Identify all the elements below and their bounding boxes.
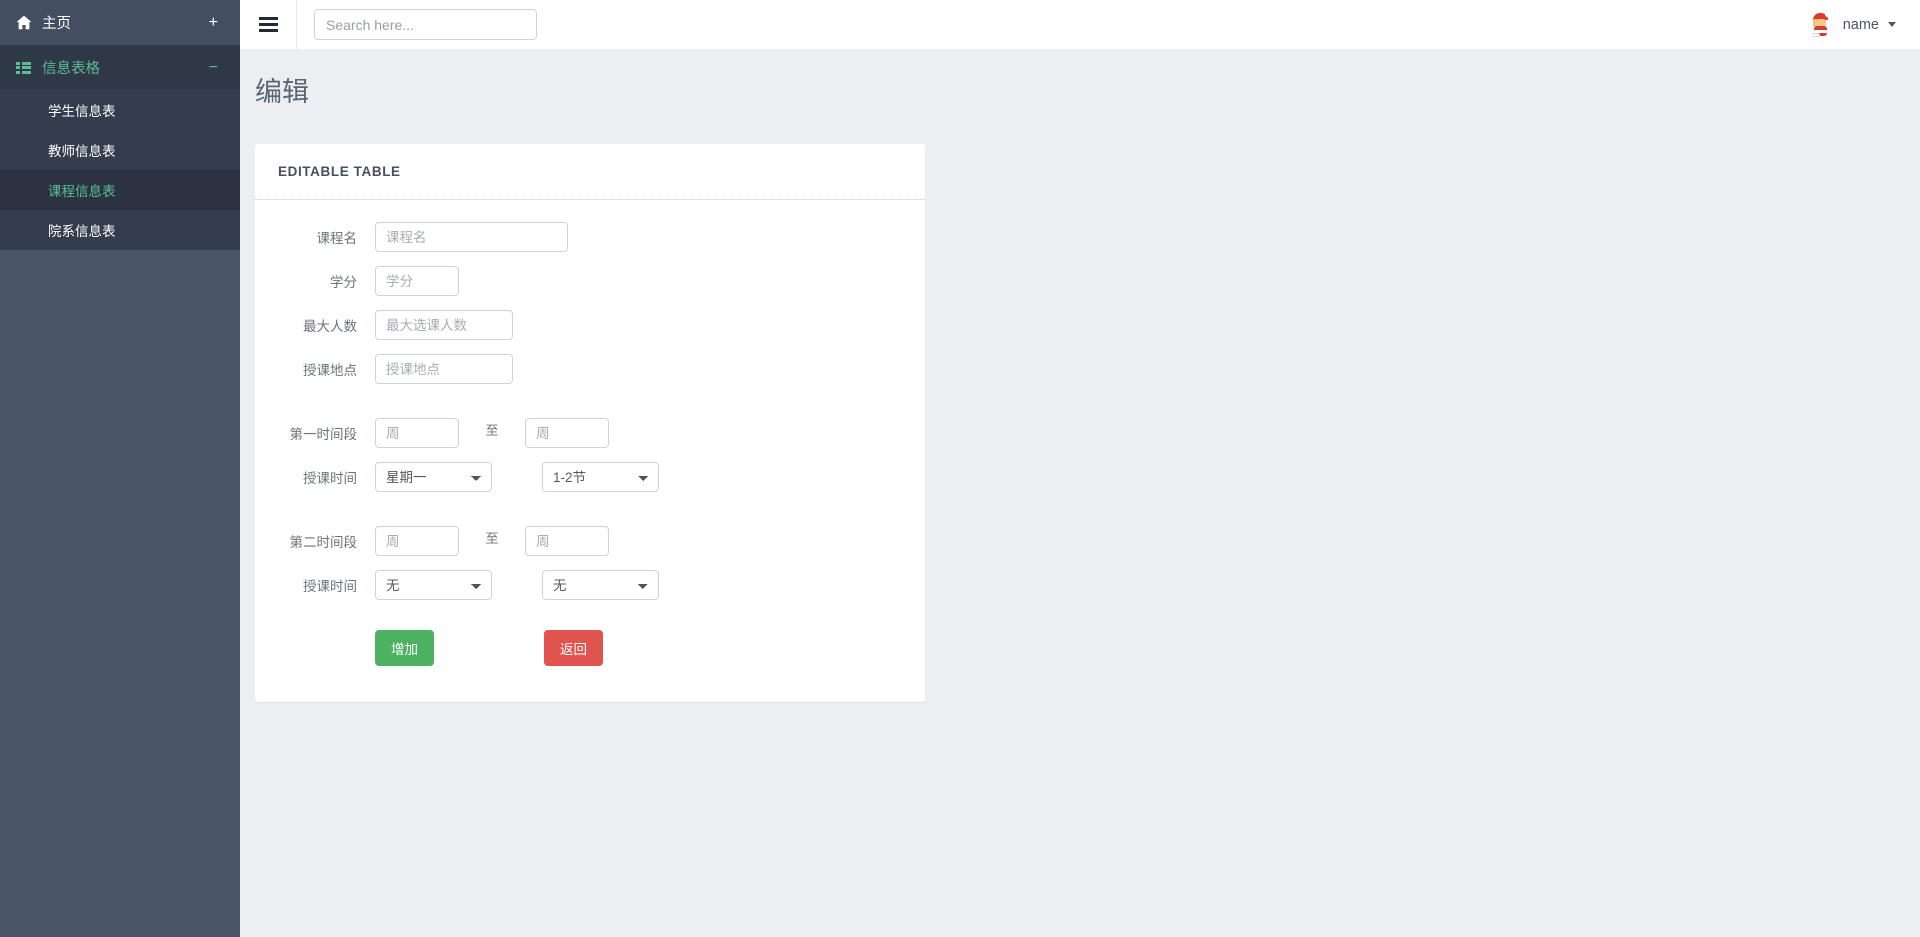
location-input[interactable] — [375, 354, 513, 384]
period-one-start-input[interactable] — [375, 418, 459, 448]
form-row-location: 授课地点 — [255, 354, 925, 384]
period-two-label: 第二时间段 — [289, 535, 358, 550]
period-one-end-input[interactable] — [525, 418, 609, 448]
user-avatar — [1807, 11, 1834, 38]
home-icon — [16, 15, 42, 30]
form-row-course-name: 课程名 — [255, 222, 925, 252]
form-row-time-one: 授课时间 星期一 1-2节 — [255, 462, 925, 492]
form-row-period-one: 第一时间段 至 — [255, 418, 925, 448]
grid-icon — [16, 61, 42, 74]
search-input[interactable] — [314, 9, 537, 40]
page-title: 编辑 — [255, 77, 309, 107]
form-row-max-students: 最大人数 — [255, 310, 925, 340]
time-one-label: 授课时间 — [303, 471, 357, 486]
topbar: name — [240, 0, 1920, 49]
user-name-label: name — [1842, 16, 1879, 33]
user-menu[interactable]: name — [1807, 0, 1896, 49]
hamburger-icon[interactable] — [240, 0, 297, 49]
form-row-period-two: 第二时间段 至 — [255, 526, 925, 556]
course-form: 课程名 学分 最大人数 授课地点 第一时间段 至 — [255, 200, 925, 702]
form-row-credits: 学分 — [255, 266, 925, 296]
sidebar-group-info-tables[interactable]: 信息表格 − — [0, 45, 240, 90]
sidebar-item-label: 院系信息表 — [48, 224, 116, 239]
period-one-label: 第一时间段 — [289, 427, 358, 442]
sidebar-item-teacher-table[interactable]: 教师信息表 — [0, 130, 240, 170]
panel-header: EDITABLE TABLE — [255, 144, 925, 200]
course-name-input[interactable] — [375, 222, 568, 252]
time-one-day-select[interactable]: 星期一 — [375, 462, 492, 492]
course-name-label: 课程名 — [316, 231, 358, 246]
sidebar-item-student-table[interactable]: 学生信息表 — [0, 90, 240, 130]
back-button[interactable]: 返回 — [544, 630, 603, 666]
sidebar: 主页 + 信息表格 − 学生信息表 教师信息表 课程信息表 院系信息表 — [0, 0, 240, 937]
period-two-end-input[interactable] — [525, 526, 609, 556]
sidebar-item-department-table[interactable]: 院系信息表 — [0, 210, 240, 250]
period-two-start-input[interactable] — [375, 526, 459, 556]
sidebar-nav: 主页 + 信息表格 − 学生信息表 教师信息表 课程信息表 院系信息表 — [0, 0, 240, 250]
period-one-separator: 至 — [485, 423, 499, 438]
expand-plus-icon[interactable]: + — [209, 14, 218, 31]
period-two-separator: 至 — [485, 531, 499, 546]
time-one-slot-select[interactable]: 1-2节 — [542, 462, 659, 492]
editable-table-panel: EDITABLE TABLE 课程名 学分 最大人数 授课地点 第一时间段 — [255, 144, 925, 702]
sidebar-item-home[interactable]: 主页 + — [0, 0, 240, 45]
sidebar-item-label: 教师信息表 — [48, 144, 116, 159]
max-students-input[interactable] — [375, 310, 513, 340]
time-two-day-select[interactable]: 无 — [375, 570, 492, 600]
location-label: 授课地点 — [303, 363, 357, 378]
form-actions: 增加 返回 — [255, 630, 925, 666]
sidebar-item-home-label: 主页 — [42, 16, 71, 32]
time-two-label: 授课时间 — [303, 579, 357, 594]
sidebar-group-label: 信息表格 — [42, 61, 100, 77]
main-content: 编辑 EDITABLE TABLE 课程名 学分 最大人数 授课地点 — [240, 49, 1920, 937]
sidebar-item-label: 学生信息表 — [48, 104, 116, 119]
max-students-label: 最大人数 — [303, 319, 357, 334]
collapse-minus-icon[interactable]: − — [209, 59, 218, 76]
submit-button[interactable]: 增加 — [375, 630, 434, 666]
form-row-time-two: 授课时间 无 无 — [255, 570, 925, 600]
credits-input[interactable] — [375, 266, 459, 296]
time-two-slot-select[interactable]: 无 — [542, 570, 659, 600]
sidebar-item-label: 课程信息表 — [48, 184, 116, 199]
credits-label: 学分 — [330, 275, 357, 290]
panel-title: EDITABLE TABLE — [278, 164, 401, 179]
sidebar-item-course-table[interactable]: 课程信息表 — [0, 170, 240, 210]
chevron-down-icon[interactable] — [1888, 22, 1896, 27]
